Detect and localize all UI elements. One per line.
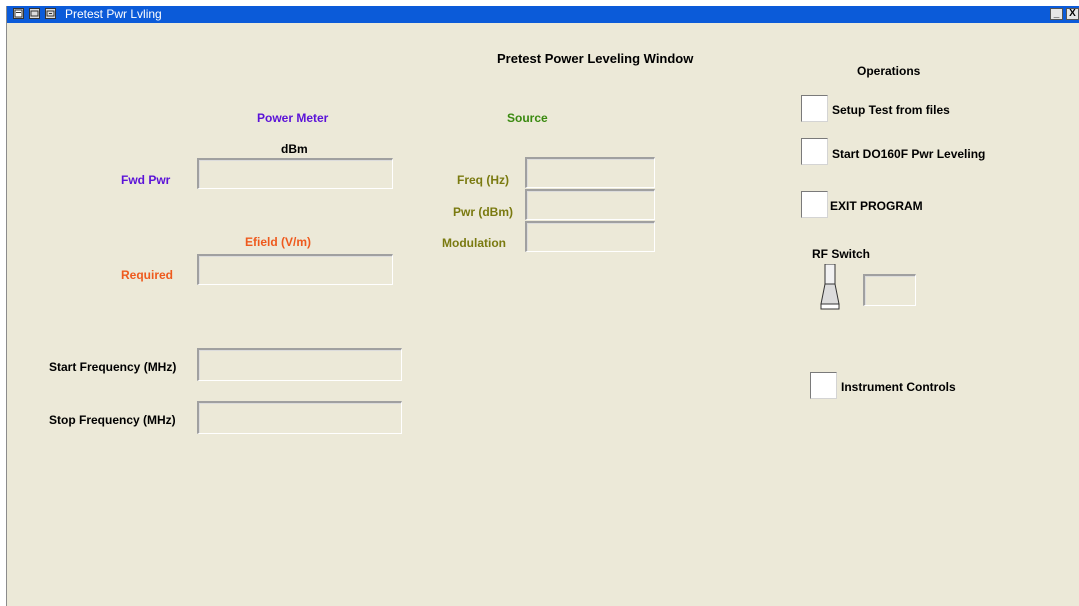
dbm-unit-label: dBm	[281, 142, 308, 156]
setup-test-checkbox[interactable]	[801, 95, 828, 122]
exit-program-checkbox[interactable]	[801, 191, 828, 218]
freq-label: Freq (Hz)	[457, 173, 509, 187]
source-header: Source	[507, 111, 548, 125]
operations-header: Operations	[857, 64, 921, 78]
window-title: Pretest Pwr Lvling	[65, 7, 162, 21]
restore-icon[interactable]	[45, 8, 56, 19]
modulation-field[interactable]	[525, 221, 655, 252]
page-title: Pretest Power Leveling Window	[497, 51, 694, 66]
start-frequency-label: Start Frequency (MHz)	[49, 360, 177, 374]
power-meter-header: Power Meter	[257, 111, 329, 125]
required-efield-field[interactable]	[197, 254, 393, 285]
pwr-dbm-label: Pwr (dBm)	[453, 205, 513, 219]
exit-program-label: EXIT PROGRAM	[830, 199, 923, 213]
title-bar: Pretest Pwr Lvling _ X	[7, 6, 1079, 23]
efield-label: Efield (V/m)	[245, 235, 312, 249]
stop-frequency-label: Stop Frequency (MHz)	[49, 413, 176, 427]
app-icon[interactable]	[13, 8, 24, 19]
fwd-pwr-field[interactable]	[197, 158, 393, 189]
start-leveling-checkbox[interactable]	[801, 138, 828, 165]
fwd-pwr-label: Fwd Pwr	[121, 173, 171, 187]
required-label: Required	[121, 268, 174, 282]
freq-field[interactable]	[525, 157, 655, 188]
start-frequency-field[interactable]	[197, 348, 402, 381]
setup-test-label: Setup Test from files	[832, 103, 950, 117]
instrument-controls-label: Instrument Controls	[841, 380, 956, 394]
instrument-controls-checkbox[interactable]	[810, 372, 837, 399]
pwr-dbm-field[interactable]	[525, 189, 655, 220]
minimize-button[interactable]: _	[1050, 8, 1063, 20]
rf-switch-indicator	[863, 274, 916, 306]
rf-switch-toggle[interactable]	[819, 263, 841, 310]
close-button[interactable]: X	[1066, 8, 1079, 20]
app-window: Pretest Pwr Lvling _ X Pretest Power Lev…	[6, 6, 1079, 606]
rf-switch-label: RF Switch	[812, 247, 871, 261]
stop-frequency-field[interactable]	[197, 401, 402, 434]
window-menu-icon[interactable]	[29, 8, 40, 19]
modulation-label: Modulation	[442, 236, 506, 250]
start-leveling-label: Start DO160F Pwr Leveling	[832, 147, 986, 161]
